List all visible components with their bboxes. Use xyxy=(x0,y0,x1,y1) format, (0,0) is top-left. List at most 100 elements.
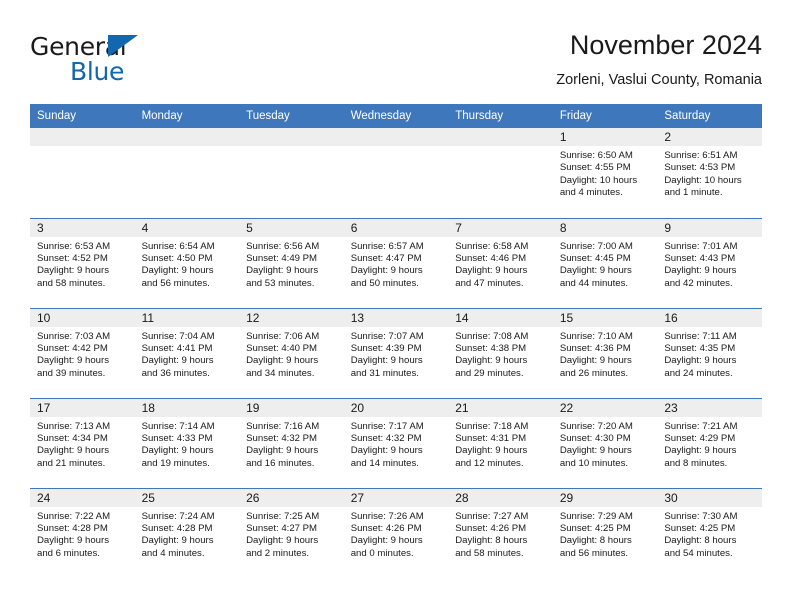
calendar-table: Sunday Monday Tuesday Wednesday Thursday… xyxy=(30,104,762,578)
sunset-text: Sunset: 4:32 PM xyxy=(350,432,422,444)
daylight-text-line2: and 1 minute. xyxy=(664,187,723,199)
day-details: Sunrise: 7:11 AM Sunset: 4:35 PM Daylight:… xyxy=(657,327,762,381)
day-cell-inner: 20 Sunrise: 7:17 AM Sunset: 4:32 PM Dayligh… xyxy=(343,398,449,488)
sunrise-text: Sunrise: 7:17 AM xyxy=(350,420,424,432)
calendar-day-cell[interactable]: 23 Sunrise: 7:21 AM Sunset: 4:29 PM Dayligh… xyxy=(657,397,762,488)
sunset-text: Sunset: 4:40 PM xyxy=(246,342,318,354)
day-cell-inner: 16 Sunrise: 7:11 AM Sunset: 4:35 PM Dayligh… xyxy=(657,308,762,398)
day-number: 21 xyxy=(448,398,553,417)
sunset-text: Sunset: 4:30 PM xyxy=(559,432,631,444)
daylight-text-line1: Daylight: 9 hours xyxy=(455,355,528,367)
day-details: Sunrise: 7:26 AM Sunset: 4:26 PM Daylight:… xyxy=(344,507,449,561)
logo-text-blue: Blue xyxy=(70,57,125,86)
calendar-week-row: 10 Sunrise: 7:03 AM Sunset: 4:42 PM Dayligh… xyxy=(30,307,762,398)
sunrise-text: Sunrise: 6:57 AM xyxy=(350,240,424,252)
calendar-day-cell[interactable]: 4 Sunrise: 6:54 AM Sunset: 4:50 PM Daylight… xyxy=(134,217,240,308)
calendar-day-cell[interactable]: 21 Sunrise: 7:18 AM Sunset: 4:31 PM Dayligh… xyxy=(448,397,553,488)
calendar-day-cell-empty xyxy=(343,128,449,218)
sunrise-text: Sunrise: 7:18 AM xyxy=(455,420,529,432)
day-number: 12 xyxy=(239,308,344,327)
sunset-text: Sunset: 4:25 PM xyxy=(664,522,736,534)
sunset-text: Sunset: 4:47 PM xyxy=(350,252,422,264)
daylight-text-line2: and 34 minutes. xyxy=(246,367,315,379)
daylight-text-line2: and 2 minutes. xyxy=(246,547,310,559)
daylight-text-line2: and 56 minutes. xyxy=(141,277,210,289)
sunrise-text: Sunrise: 7:03 AM xyxy=(37,330,111,342)
calendar-day-cell[interactable]: 26 Sunrise: 7:25 AM Sunset: 4:27 PM Dayligh… xyxy=(239,487,344,578)
day-number: 4 xyxy=(134,218,240,237)
sunrise-text: Sunrise: 6:56 AM xyxy=(246,240,320,252)
day-cell-inner: 29 Sunrise: 7:29 AM Sunset: 4:25 PM Dayligh… xyxy=(552,488,658,579)
calendar-day-cell[interactable]: 19 Sunrise: 7:16 AM Sunset: 4:32 PM Dayligh… xyxy=(239,397,344,488)
calendar-day-cell[interactable]: 25 Sunrise: 7:24 AM Sunset: 4:28 PM Dayligh… xyxy=(134,487,240,578)
day-details: Sunrise: 7:06 AM Sunset: 4:40 PM Daylight:… xyxy=(239,327,344,381)
day-details: Sunrise: 7:07 AM Sunset: 4:39 PM Daylight:… xyxy=(344,327,449,381)
calendar-day-cell[interactable]: 1 Sunrise: 6:50 AM Sunset: 4:55 PM Daylight… xyxy=(552,128,658,218)
daylight-text-line1: Daylight: 9 hours xyxy=(664,265,737,277)
sunrise-text: Sunrise: 7:20 AM xyxy=(559,420,633,432)
day-details: Sunrise: 6:58 AM Sunset: 4:46 PM Daylight:… xyxy=(448,237,553,291)
calendar-page: General Blue November 2024 Zorleni, Vasl… xyxy=(0,0,792,612)
day-cell-inner: 4 Sunrise: 6:54 AM Sunset: 4:50 PM Daylight… xyxy=(134,218,240,308)
calendar-day-cell[interactable]: 29 Sunrise: 7:29 AM Sunset: 4:25 PM Dayligh… xyxy=(552,487,658,579)
calendar-day-cell[interactable]: 17 Sunrise: 7:13 AM Sunset: 4:34 PM Dayligh… xyxy=(30,397,135,488)
day-number: 9 xyxy=(657,218,762,237)
daylight-text-line1: Daylight: 8 hours xyxy=(559,535,632,547)
daylight-text-line1: Daylight: 9 hours xyxy=(37,265,109,277)
calendar-day-cell[interactable]: 13 Sunrise: 7:07 AM Sunset: 4:39 PM Dayligh… xyxy=(343,307,449,398)
weekday-header-thursday: Thursday xyxy=(448,104,553,128)
day-details: Sunrise: 7:21 AM Sunset: 4:29 PM Daylight:… xyxy=(657,417,762,471)
day-cell-inner: 9 Sunrise: 7:01 AM Sunset: 4:43 PM Daylight… xyxy=(657,218,762,308)
calendar-day-cell[interactable]: 2 Sunrise: 6:51 AM Sunset: 4:53 PM Daylight… xyxy=(657,128,762,218)
daylight-text-line2: and 39 minutes. xyxy=(37,367,106,379)
daylight-text-line1: Daylight: 9 hours xyxy=(246,355,319,367)
calendar-day-cell[interactable]: 27 Sunrise: 7:26 AM Sunset: 4:26 PM Dayligh… xyxy=(343,487,449,578)
daylight-text-line2: and 12 minutes. xyxy=(455,457,524,469)
calendar-day-cell[interactable]: 12 Sunrise: 7:06 AM Sunset: 4:40 PM Dayligh… xyxy=(239,307,344,398)
calendar-day-cell[interactable]: 11 Sunrise: 7:04 AM Sunset: 4:41 PM Dayligh… xyxy=(134,307,240,398)
day-number: 14 xyxy=(448,308,553,327)
day-cell-inner: 10 Sunrise: 7:03 AM Sunset: 4:42 PM Dayligh… xyxy=(30,308,135,398)
day-cell-inner xyxy=(448,128,553,218)
day-number xyxy=(30,128,135,146)
calendar-day-cell[interactable]: 16 Sunrise: 7:11 AM Sunset: 4:35 PM Dayligh… xyxy=(657,307,762,398)
day-cell-inner: 28 Sunrise: 7:27 AM Sunset: 4:26 PM Dayligh… xyxy=(448,488,553,579)
sunrise-text: Sunrise: 7:22 AM xyxy=(37,510,111,522)
daylight-text-line1: Daylight: 9 hours xyxy=(37,445,109,457)
daylight-text-line1: Daylight: 8 hours xyxy=(455,535,528,547)
day-cell-inner: 13 Sunrise: 7:07 AM Sunset: 4:39 PM Dayligh… xyxy=(343,308,449,398)
calendar-day-cell[interactable]: 24 Sunrise: 7:22 AM Sunset: 4:28 PM Dayligh… xyxy=(30,487,135,578)
day-details: Sunrise: 7:27 AM Sunset: 4:26 PM Daylight:… xyxy=(448,507,553,561)
day-details: Sunrise: 7:14 AM Sunset: 4:33 PM Daylight:… xyxy=(135,417,240,471)
calendar-day-cell[interactable]: 22 Sunrise: 7:20 AM Sunset: 4:30 PM Dayligh… xyxy=(552,397,658,488)
day-number: 1 xyxy=(552,128,658,146)
calendar-day-cell[interactable]: 8 Sunrise: 7:00 AM Sunset: 4:45 PM Daylight… xyxy=(552,217,658,308)
sunset-text: Sunset: 4:38 PM xyxy=(455,342,527,354)
sunrise-text: Sunrise: 7:30 AM xyxy=(664,510,738,522)
calendar-day-cell[interactable]: 14 Sunrise: 7:08 AM Sunset: 4:38 PM Dayligh… xyxy=(448,307,553,398)
calendar-day-cell[interactable]: 6 Sunrise: 6:57 AM Sunset: 4:47 PM Daylight… xyxy=(343,217,449,308)
calendar-day-cell[interactable]: 15 Sunrise: 7:10 AM Sunset: 4:36 PM Dayligh… xyxy=(552,307,658,398)
calendar-week-row: 1 Sunrise: 6:50 AM Sunset: 4:55 PM Daylight… xyxy=(30,128,762,218)
day-details: Sunrise: 7:29 AM Sunset: 4:25 PM Daylight:… xyxy=(553,507,658,561)
calendar-day-cell[interactable]: 20 Sunrise: 7:17 AM Sunset: 4:32 PM Dayligh… xyxy=(343,397,449,488)
sunrise-text: Sunrise: 7:08 AM xyxy=(455,330,529,342)
calendar-day-cell[interactable]: 5 Sunrise: 6:56 AM Sunset: 4:49 PM Daylight… xyxy=(239,217,344,308)
daylight-text-line1: Daylight: 9 hours xyxy=(246,265,319,277)
general-blue-logo[interactable]: General Blue xyxy=(30,32,210,88)
day-cell-inner: 3 Sunrise: 6:53 AM Sunset: 4:52 PM Daylight… xyxy=(30,218,135,308)
weekday-header-row: Sunday Monday Tuesday Wednesday Thursday… xyxy=(30,104,762,128)
calendar-day-cell[interactable]: 10 Sunrise: 7:03 AM Sunset: 4:42 PM Dayligh… xyxy=(30,307,135,398)
daylight-text-line2: and 26 minutes. xyxy=(559,367,629,379)
day-details: Sunrise: 7:25 AM Sunset: 4:27 PM Daylight:… xyxy=(239,507,344,561)
page-header: General Blue November 2024 Zorleni, Vasl… xyxy=(30,28,762,98)
calendar-day-cell[interactable]: 18 Sunrise: 7:14 AM Sunset: 4:33 PM Dayligh… xyxy=(134,397,240,488)
calendar-day-cell[interactable]: 7 Sunrise: 6:58 AM Sunset: 4:46 PM Daylight… xyxy=(448,217,553,308)
daylight-text-line2: and 14 minutes. xyxy=(350,457,419,469)
calendar-day-cell[interactable]: 9 Sunrise: 7:01 AM Sunset: 4:43 PM Daylight… xyxy=(657,217,762,308)
calendar-day-cell[interactable]: 28 Sunrise: 7:27 AM Sunset: 4:26 PM Dayligh… xyxy=(448,487,553,579)
calendar-day-cell[interactable]: 30 Sunrise: 7:30 AM Sunset: 4:25 PM Dayligh… xyxy=(657,487,762,578)
day-number: 15 xyxy=(552,308,658,327)
calendar-day-cell[interactable]: 3 Sunrise: 6:53 AM Sunset: 4:52 PM Daylight… xyxy=(30,217,135,308)
sunset-text: Sunset: 4:28 PM xyxy=(141,522,213,534)
